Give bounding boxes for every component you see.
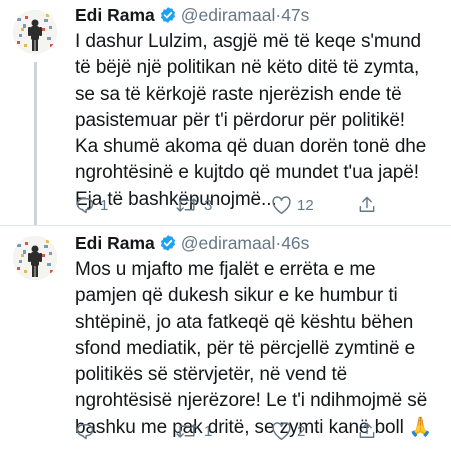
text-line: politikës së stërvjetër, në vend të xyxy=(75,364,348,386)
avatar-image xyxy=(13,10,57,54)
text-line: pasistemuar për t'i përdorur për politik… xyxy=(75,109,405,131)
tweet-text: Mos u mjafto me fjalët e errëta e me pam… xyxy=(75,257,447,441)
retweet-count: 3 xyxy=(204,196,213,214)
reply-count: 1 xyxy=(100,196,109,214)
verified-badge-icon xyxy=(159,5,177,31)
text-line: pamjen që dukesh sikur e ke humbur ti xyxy=(75,285,398,307)
share-icon xyxy=(359,196,375,212)
tweet-actions: 1 2 xyxy=(75,421,445,447)
avatar[interactable] xyxy=(13,10,57,54)
author-name[interactable]: Edi Rama xyxy=(75,233,155,253)
tweet-header: Edi Rama @ediramaal·46s xyxy=(75,230,309,256)
text-line: shtëpinë, jo ata fatkeqë që kështu bëhen xyxy=(75,311,414,333)
retweet-button[interactable]: 3 xyxy=(175,195,212,215)
author-handle[interactable]: @ediramaal xyxy=(181,233,276,253)
reply-icon xyxy=(76,198,94,214)
retweet-icon xyxy=(176,424,198,438)
like-count: 2 xyxy=(297,422,306,440)
tweet-1[interactable]: Edi Rama @ediramaal·47s I dashur Lulzim, … xyxy=(0,0,451,225)
avatar-image xyxy=(13,236,57,280)
like-button[interactable]: 2 xyxy=(271,421,305,441)
retweet-button[interactable]: 1 xyxy=(175,421,212,441)
thread-line xyxy=(34,62,37,225)
text-line: I dashur Lulzim, asgjë më të keqe s'mund xyxy=(75,31,422,52)
author-handle[interactable]: @ediramaal xyxy=(181,5,276,25)
text-line: të bëjë një politikan në këto ditë të zy… xyxy=(75,57,420,79)
tweet-time[interactable]: 46s xyxy=(281,233,309,253)
share-button[interactable] xyxy=(357,421,377,441)
tweet-text: I dashur Lulzim, asgjë më të keqe s'mund… xyxy=(75,29,447,213)
tweet-time[interactable]: 47s xyxy=(281,5,309,25)
like-icon xyxy=(272,422,291,441)
text-line: ngrohtësinë e kujtdo që mundet t'ua japë… xyxy=(75,162,419,184)
text-line: ngrohtësisë njerëzore! Le t'i ndihmojmë … xyxy=(75,390,428,412)
reply-button[interactable]: 1 xyxy=(75,195,108,215)
tweet-2[interactable]: Edi Rama @ediramaal·46s Mos u mjafto me f… xyxy=(0,226,451,450)
retweet-icon xyxy=(176,198,198,212)
avatar[interactable] xyxy=(13,236,57,280)
like-count: 12 xyxy=(297,196,314,214)
verified-badge-icon xyxy=(159,233,177,259)
text-line: sfond mediatik, për të përcjellë zymtinë… xyxy=(75,337,416,359)
tweet-actions: 1 3 12 xyxy=(75,195,445,221)
like-button[interactable]: 12 xyxy=(271,195,314,215)
text-line: se sa të kërkojë raste njerëzish ende të xyxy=(75,83,402,105)
share-button[interactable] xyxy=(357,195,377,215)
text-line: Ka shumë akoma që duan dorën tonë dhe xyxy=(75,136,427,158)
retweet-count: 1 xyxy=(204,422,213,440)
tweet-header: Edi Rama @ediramaal·47s xyxy=(75,2,309,28)
text-line: Mos u mjafto me fjalët e errëta e me xyxy=(75,259,376,280)
author-name[interactable]: Edi Rama xyxy=(75,5,155,25)
like-icon xyxy=(272,196,291,215)
reply-icon xyxy=(76,424,94,440)
reply-button[interactable] xyxy=(75,421,100,441)
share-icon xyxy=(359,422,375,438)
